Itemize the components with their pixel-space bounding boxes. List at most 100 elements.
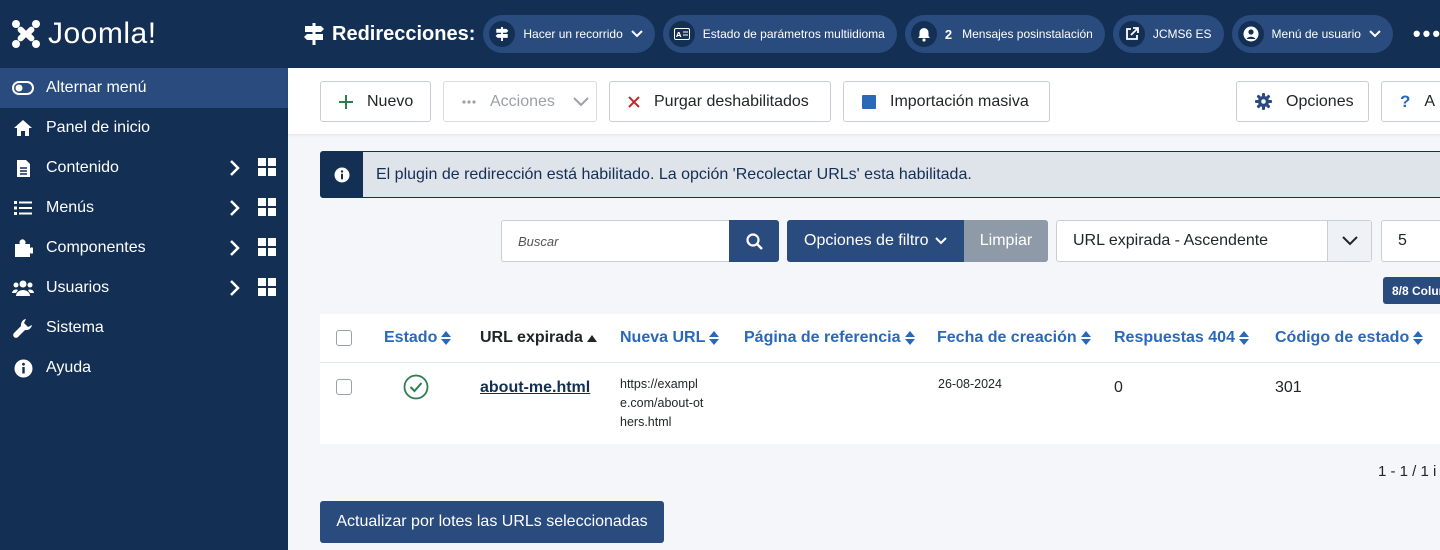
options-button[interactable]: Opciones (1236, 81, 1369, 122)
sidebar-item-content[interactable]: Contenido (0, 148, 288, 188)
sidebar-item-label: Panel de inicio (46, 119, 151, 136)
new-url-cell: https://exampl e.com/about-ot hers.html (620, 375, 703, 432)
column-referer[interactable]: Página de referencia (744, 329, 915, 347)
sidebar-item-menus[interactable]: Menús (0, 188, 288, 228)
purge-disabled-button[interactable]: Purgar deshabilitados (609, 81, 831, 122)
sort-icon (904, 331, 915, 345)
new-url-line: e.com/about-ot (620, 396, 704, 410)
column-new-url[interactable]: Nueva URL (620, 329, 720, 347)
puzzle-icon (12, 237, 34, 259)
batch-update-button[interactable]: Actualizar por lotes las URLs selecciona… (320, 501, 664, 543)
new-button[interactable]: Nuevo (320, 81, 431, 122)
square-icon (862, 94, 876, 109)
toolbar: Nuevo Acciones Purgar deshabilitados Imp… (288, 68, 1440, 134)
sort-icon (1413, 331, 1424, 345)
sidebar-item-users[interactable]: Usuarios (0, 268, 288, 308)
columns-button[interactable]: 8/8 Columnas (1383, 277, 1440, 304)
more-options-icon[interactable]: ••• (1413, 21, 1440, 47)
gear-icon (1255, 93, 1272, 110)
actions-dropdown[interactable]: Acciones (443, 81, 597, 122)
user-menu-button[interactable]: Menú de usuario (1231, 15, 1393, 53)
row-checkbox[interactable] (336, 379, 352, 395)
chevron-down-icon (934, 237, 947, 245)
list-icon (12, 197, 34, 219)
select-all-checkbox[interactable] (336, 330, 352, 346)
sort-select[interactable]: URL expirada - Ascendente (1056, 220, 1372, 262)
multilingual-status-button[interactable]: A Estado de parámetros multiidioma (662, 15, 897, 53)
column-created-label: Fecha de creación (937, 329, 1077, 346)
clear-button[interactable]: Limpiar (964, 220, 1048, 262)
home-icon (12, 117, 34, 139)
grid-icon[interactable] (258, 158, 276, 176)
svg-text:A: A (676, 31, 682, 39)
post-install-messages-label: Mensajes posinstalación (962, 27, 1093, 41)
guided-tour-button[interactable]: Hacer un recorrido (483, 15, 655, 53)
filter-options-button[interactable]: Opciones de filtro (787, 220, 964, 262)
user-icon (1237, 21, 1264, 47)
user-menu-label: Menú de usuario (1271, 27, 1361, 41)
joomla-wordmark: Joomla! (48, 17, 157, 50)
joomla-logo-icon (12, 20, 40, 48)
sidebar-item-label: Menús (46, 199, 95, 216)
notifications-count: 2 (944, 26, 953, 42)
sort-icon (709, 331, 720, 345)
sidebar-item-home-dashboard[interactable]: Panel de inicio (0, 108, 288, 148)
sort-icon (1080, 331, 1091, 345)
created-date-cell: 26-08-2024 (938, 377, 1002, 391)
sort-asc-icon (586, 334, 597, 342)
chevron-right-icon[interactable] (224, 198, 244, 218)
chevron-down-icon (573, 96, 589, 106)
sidebar-item-label: Alternar menú (46, 79, 147, 96)
wrench-icon (12, 317, 34, 339)
top-header: Redirecciones: Hacer un recorrido A Esta… (288, 0, 1440, 68)
view-site-button[interactable]: JCMS6 ES (1112, 15, 1224, 53)
sidebar-item-toggle-menu[interactable]: Alternar menú (0, 68, 288, 108)
joomla-logo[interactable]: Joomla! (0, 0, 288, 68)
info-icon (321, 152, 363, 197)
sidebar-item-label: Contenido (46, 159, 119, 176)
chevron-right-icon[interactable] (224, 238, 244, 258)
signpost-icon (489, 21, 516, 47)
column-hits[interactable]: Respuestas 404 (1114, 329, 1249, 347)
post-install-messages-button[interactable]: 2 Mensajes posinstalación (904, 15, 1105, 53)
multilingual-status-label: Estado de parámetros multiidioma (702, 27, 885, 41)
options-label: Opciones (1286, 92, 1354, 110)
expired-url-link[interactable]: about-me.html (480, 379, 590, 397)
sidebar-item-label: Sistema (46, 319, 104, 336)
sidebar-item-system[interactable]: Sistema (0, 308, 288, 348)
ellipsis-icon (462, 99, 476, 104)
sidebar-item-help[interactable]: Ayuda (0, 348, 288, 388)
search-input[interactable]: Buscar (501, 220, 730, 262)
guided-tour-label: Hacer un recorrido (523, 27, 623, 41)
grid-icon[interactable] (258, 278, 276, 296)
bulk-import-button[interactable]: Importación masiva (843, 81, 1050, 122)
sidebar-item-label: Componentes (46, 239, 146, 256)
sort-select-value: URL expirada - Ascendente (1073, 232, 1269, 249)
column-expired-url-label: URL expirada (480, 329, 583, 346)
sidebar-item-components[interactable]: Componentes (0, 228, 288, 268)
grid-icon[interactable] (258, 238, 276, 256)
grid-icon[interactable] (258, 198, 276, 216)
column-expired-url[interactable]: URL expirada (480, 329, 597, 347)
column-created[interactable]: Fecha de creación (937, 329, 1091, 347)
hits-cell: 0 (1114, 379, 1123, 396)
info-alert: El plugin de redirección está habilitado… (320, 151, 1440, 198)
sidebar-item-label: Usuarios (46, 279, 110, 296)
check-circle-icon[interactable] (403, 374, 429, 400)
actions-label: Acciones (490, 92, 555, 110)
search-button[interactable] (729, 220, 779, 262)
help-button[interactable]: ? A (1381, 81, 1440, 122)
sidebar: Joomla! Alternar menú Panel de inicio Co… (0, 0, 288, 550)
bulk-import-label: Importación masiva (890, 92, 1029, 110)
chevron-down-icon (1327, 221, 1371, 261)
list-limit-select[interactable]: 5 (1381, 220, 1440, 262)
external-link-icon (1118, 21, 1145, 47)
redirects-table: Estado URL expirada Nueva URL Página de … (320, 314, 1440, 444)
column-status[interactable]: Estado (384, 329, 452, 347)
chevron-right-icon[interactable] (224, 158, 244, 178)
column-status-label: Estado (384, 329, 438, 346)
users-icon (12, 277, 34, 299)
sidebar-item-label: Ayuda (46, 359, 92, 376)
column-status-code[interactable]: Código de estado (1275, 329, 1424, 347)
chevron-right-icon[interactable] (224, 278, 244, 298)
